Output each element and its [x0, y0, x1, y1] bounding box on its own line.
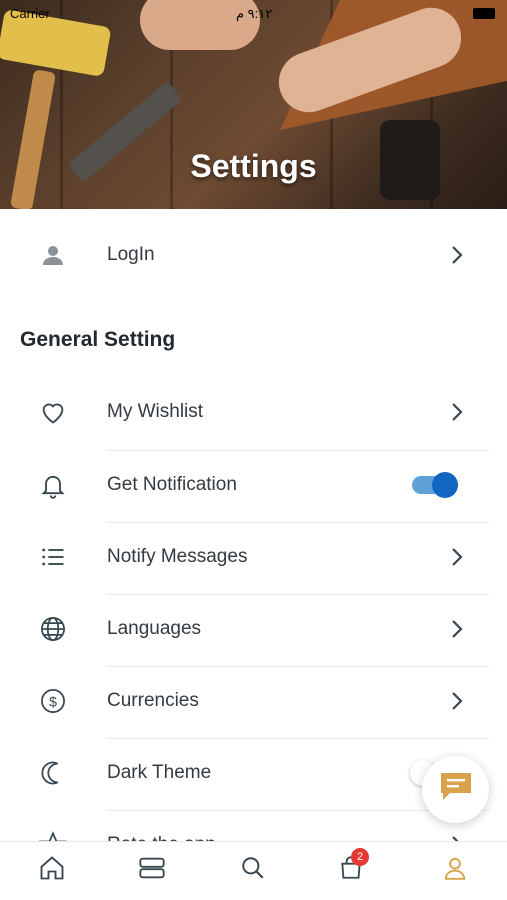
settings-item-label: Languages	[107, 618, 202, 639]
dollar-icon: $	[38, 686, 68, 716]
status-carrier: Carrier	[10, 6, 50, 21]
bell-icon	[38, 470, 68, 500]
notification-toggle[interactable]	[412, 472, 458, 498]
list-icon	[38, 542, 68, 572]
toggle-knob	[432, 472, 458, 498]
moon-icon	[38, 758, 68, 788]
chevron-right-icon	[452, 548, 463, 566]
search-icon	[240, 855, 266, 886]
settings-item-label: Get Notification	[107, 474, 237, 495]
user-icon	[38, 240, 68, 270]
settings-item-wishlist[interactable]: My Wishlist	[0, 376, 507, 448]
section-title: General Setting	[20, 328, 176, 351]
globe-icon	[38, 614, 68, 644]
settings-item-languages[interactable]: Languages	[0, 593, 507, 665]
settings-item-label: Currencies	[107, 690, 199, 711]
chevron-right-icon	[452, 246, 463, 264]
battery-icon	[473, 8, 495, 19]
profile-icon	[442, 855, 468, 886]
settings-item-notification: Get Notification	[0, 449, 507, 521]
login-label: LogIn	[107, 244, 155, 265]
chevron-right-icon	[452, 620, 463, 638]
settings-item-label: Dark Theme	[107, 762, 212, 783]
hammer-image	[10, 69, 56, 209]
nav-profile[interactable]	[439, 854, 471, 886]
settings-item-label: Notify Messages	[107, 546, 248, 567]
svg-text:$: $	[49, 693, 57, 709]
page-title: Settings	[190, 148, 317, 184]
nav-search[interactable]	[237, 854, 269, 886]
heart-icon	[38, 397, 68, 427]
nav-home[interactable]	[36, 854, 68, 886]
nav-categories[interactable]	[136, 854, 168, 886]
categories-icon	[138, 854, 166, 887]
bottom-nav: 2	[0, 841, 507, 900]
settings-item-currencies[interactable]: $ Currencies	[0, 665, 507, 737]
chevron-right-icon	[452, 403, 463, 421]
settings-item-notify-messages[interactable]: Notify Messages	[0, 521, 507, 593]
chat-icon	[438, 770, 474, 809]
home-icon	[38, 854, 66, 887]
nav-cart[interactable]: 2	[335, 848, 369, 886]
header-banner: Carrier ٩:١٢ م Settings	[0, 0, 507, 209]
cart-badge: 2	[351, 848, 369, 866]
login-row[interactable]: LogIn	[0, 219, 507, 291]
status-time: ٩:١٢ م	[236, 6, 273, 21]
chat-button[interactable]	[422, 756, 489, 823]
settings-item-label: My Wishlist	[107, 401, 204, 422]
chevron-right-icon	[452, 692, 463, 710]
